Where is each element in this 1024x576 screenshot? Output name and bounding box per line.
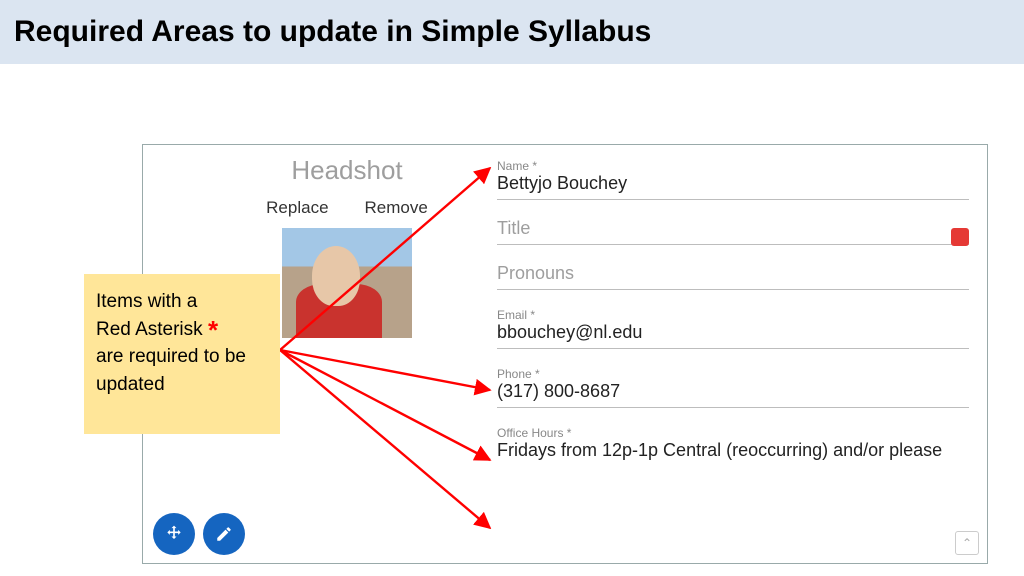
pronouns-label: Pronouns xyxy=(497,263,969,285)
edit-button[interactable] xyxy=(203,513,245,555)
callout-line-1: Items with a xyxy=(96,291,197,312)
email-label: Email * xyxy=(497,308,969,322)
phone-value: (317) 800-8687 xyxy=(497,381,969,403)
move-button[interactable] xyxy=(153,513,195,555)
title-field[interactable]: Title xyxy=(497,218,969,245)
name-label: Name * xyxy=(497,159,969,173)
callout-line-2: Red Asterisk xyxy=(96,319,208,340)
page-title: Required Areas to update in Simple Sylla… xyxy=(14,15,651,49)
fab-row xyxy=(153,513,245,555)
office-value: Fridays from 12p-1p Central (reoccurring… xyxy=(497,440,969,462)
move-icon xyxy=(164,524,184,544)
error-icon xyxy=(951,228,969,246)
phone-field[interactable]: Phone * (317) 800-8687 xyxy=(497,367,969,408)
office-hours-field[interactable]: Office Hours * Fridays from 12p-1p Centr… xyxy=(497,426,969,466)
callout-line-3: are required to be updated xyxy=(96,346,246,395)
title-bar: Required Areas to update in Simple Sylla… xyxy=(0,0,1024,64)
name-field[interactable]: Name * Bettyjo Bouchey xyxy=(497,159,969,200)
name-value: Bettyjo Bouchey xyxy=(497,173,969,195)
fields-column: Name * Bettyjo Bouchey Title Pronouns Em… xyxy=(497,151,969,484)
office-label: Office Hours * xyxy=(497,426,969,440)
email-field[interactable]: Email * bbouchey@nl.edu xyxy=(497,308,969,349)
phone-label: Phone * xyxy=(497,367,969,381)
pronouns-field[interactable]: Pronouns xyxy=(497,263,969,290)
headshot-heading: Headshot xyxy=(217,155,477,186)
email-value: bbouchey@nl.edu xyxy=(497,322,969,344)
title-label: Title xyxy=(497,218,969,240)
headshot-photo[interactable] xyxy=(282,228,412,338)
required-callout: Items with a Red Asterisk * are required… xyxy=(84,274,280,434)
replace-button[interactable]: Replace xyxy=(266,198,328,218)
asterisk-icon: * xyxy=(208,315,218,345)
remove-button[interactable]: Remove xyxy=(365,198,428,218)
scroll-top-button[interactable]: ⌃ xyxy=(955,531,979,555)
chevron-up-icon: ⌃ xyxy=(962,536,972,550)
pencil-icon xyxy=(215,525,233,543)
